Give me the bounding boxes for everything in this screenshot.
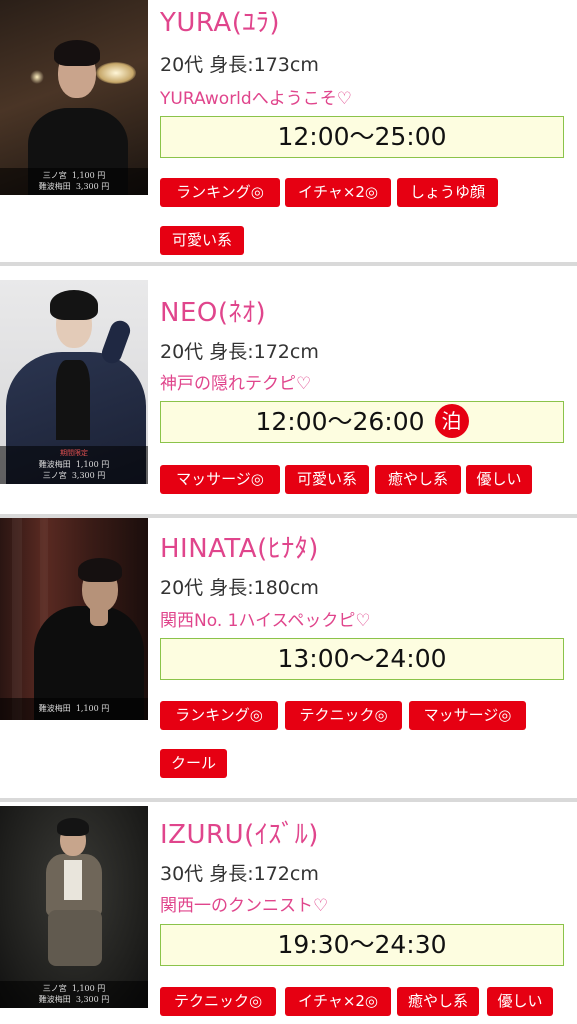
tag: しょうゆ顔 [397, 178, 498, 207]
tag: 可愛い系 [160, 226, 244, 255]
host-catchphrase: 関西No. 1ハイスペックピ♡ [160, 611, 371, 631]
host-name[interactable]: YURA(ﾕﾗ) [160, 2, 280, 39]
host-name[interactable]: NEO(ﾈｵ) [160, 292, 266, 329]
host-card-neo[interactable]: 期間限定 難波梅田 1,100 円 三ノ宮 3,300 円 NEO(ﾈｵ) 20… [0, 266, 577, 514]
host-photo[interactable]: 三ノ宮 1,100 円 難波梅田 3,300 円 [0, 0, 148, 195]
price-overlay: 三ノ宮 1,100 円 難波梅田 3,300 円 [0, 981, 148, 1008]
tag: イチャ×2◎ [285, 178, 391, 207]
working-hours: 12:00〜25:00 [160, 116, 564, 158]
tag: ランキング◎ [160, 178, 280, 207]
tag: ランキング◎ [160, 701, 278, 730]
host-card-yura[interactable]: 三ノ宮 1,100 円 難波梅田 3,300 円 YURA(ﾕﾗ) 20代 身長… [0, 0, 577, 262]
host-catchphrase: YURAworldへようこそ♡ [160, 89, 352, 109]
host-age-height: 20代 身長:180cm [160, 577, 319, 599]
price-overlay: 難波梅田 1,100 円 [0, 698, 148, 720]
tag: マッサージ◎ [160, 465, 280, 494]
tag: 可愛い系 [285, 465, 369, 494]
working-hours: 19:30〜24:30 [160, 924, 564, 966]
working-hours: 12:00〜26:00 泊 [160, 401, 564, 443]
working-hours: 13:00〜24:00 [160, 638, 564, 680]
tag: 優しい [466, 465, 532, 494]
tag: イチャ×2◎ [285, 987, 391, 1016]
tag: テクニック◎ [160, 987, 276, 1016]
host-catchphrase: 関西一のクンニスト♡ [160, 896, 329, 916]
tag: クール [160, 749, 227, 778]
host-photo[interactable]: 難波梅田 1,100 円 [0, 518, 148, 720]
price-overlay: 三ノ宮 1,100 円 難波梅田 3,300 円 [0, 168, 148, 195]
tag: 優しい [487, 987, 553, 1016]
tag: 癒やし系 [375, 465, 461, 494]
host-age-height: 20代 身長:172cm [160, 341, 319, 363]
host-photo[interactable]: 三ノ宮 1,100 円 難波梅田 3,300 円 [0, 806, 148, 1008]
host-card-hinata[interactable]: 難波梅田 1,100 円 HINATA(ﾋﾅﾀ) 20代 身長:180cm 関西… [0, 518, 577, 786]
overnight-badge: 泊 [434, 404, 469, 438]
host-age-height: 30代 身長:172cm [160, 863, 319, 885]
host-catchphrase: 神戸の隠れテクピ♡ [160, 374, 312, 394]
tag: 癒やし系 [397, 987, 479, 1016]
host-name[interactable]: IZURU(ｲｽﾞﾙ) [160, 814, 319, 851]
host-card-izuru[interactable]: 三ノ宮 1,100 円 難波梅田 3,300 円 IZURU(ｲｽﾞﾙ) 30代… [0, 802, 577, 1024]
tag: テクニック◎ [285, 701, 402, 730]
host-age-height: 20代 身長:173cm [160, 54, 319, 76]
price-overlay: 期間限定 難波梅田 1,100 円 三ノ宮 3,300 円 [0, 446, 148, 484]
tag: マッサージ◎ [409, 701, 526, 730]
host-name[interactable]: HINATA(ﾋﾅﾀ) [160, 528, 319, 565]
host-photo[interactable]: 期間限定 難波梅田 1,100 円 三ノ宮 3,300 円 [0, 280, 148, 484]
